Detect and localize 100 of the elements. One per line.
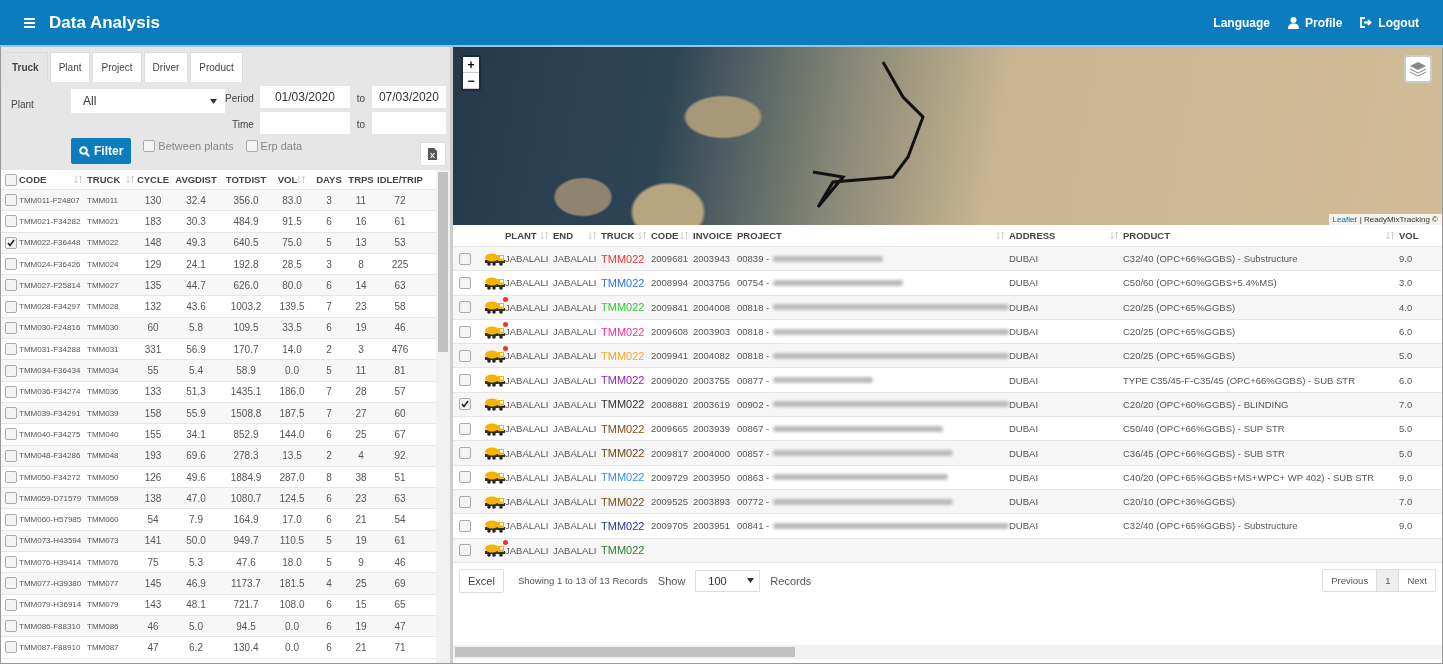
row-checkbox[interactable] <box>5 236 17 249</box>
column-header[interactable]: TRPS <box>348 174 374 185</box>
column-header[interactable]: TRUCK <box>601 230 635 241</box>
tab[interactable]: Driver <box>143 52 189 82</box>
row-checkbox[interactable] <box>5 194 17 207</box>
time-field[interactable] <box>259 112 350 134</box>
row-checkbox[interactable] <box>5 577 17 590</box>
checkbox[interactable] <box>245 140 258 152</box>
row-checkbox[interactable] <box>459 252 471 265</box>
pagination-button[interactable]: 1 <box>1376 570 1399 592</box>
menu-icon[interactable] <box>24 17 35 28</box>
sort-icon[interactable] <box>74 175 83 184</box>
row-checkbox[interactable] <box>5 428 17 441</box>
row-checkbox[interactable] <box>5 321 17 334</box>
column-header[interactable]: IDLE/TRIP <box>377 174 423 185</box>
row-checkbox[interactable] <box>5 343 17 356</box>
date-field[interactable]: 01/03/2020 <box>259 86 350 108</box>
column-header[interactable]: CYCLE <box>136 174 170 185</box>
plant-select[interactable]: All <box>71 89 225 113</box>
row-checkbox[interactable] <box>459 301 471 314</box>
page-size-select[interactable]: 100 <box>695 569 761 592</box>
sort-icon[interactable] <box>680 231 689 240</box>
row-checkbox[interactable] <box>5 279 17 292</box>
row-checkbox[interactable] <box>459 276 471 289</box>
column-header[interactable]: DAYS <box>316 174 342 185</box>
mixer-truck-icon <box>485 494 505 509</box>
table-cell-text: 48.1 <box>185 599 207 611</box>
column-header[interactable]: VOL <box>277 174 298 185</box>
row-checkbox[interactable] <box>459 447 471 459</box>
row-checkbox[interactable] <box>5 300 17 313</box>
row-checkbox[interactable] <box>5 258 17 271</box>
zoom-out-button[interactable]: − <box>463 73 479 89</box>
column-header[interactable]: PRODUCT <box>1123 230 1170 241</box>
checkbox[interactable] <box>143 140 156 152</box>
zoom-in-button[interactable]: + <box>463 57 479 73</box>
table-cell-text: TMM022 <box>601 495 646 508</box>
column-header[interactable]: END <box>553 230 574 241</box>
column-header[interactable]: PROJECT <box>737 230 782 241</box>
table-cell-text: JABALALI <box>553 544 598 556</box>
row-checkbox[interactable] <box>459 374 471 387</box>
row-checkbox[interactable] <box>459 544 471 557</box>
row-checkbox[interactable] <box>5 620 17 633</box>
row-checkbox[interactable] <box>459 422 471 435</box>
row-checkbox[interactable] <box>5 534 17 547</box>
filter-button[interactable]: Filter <box>71 138 132 164</box>
row-checkbox[interactable] <box>5 492 17 505</box>
row-checkbox[interactable] <box>5 385 17 398</box>
select-all-checkbox[interactable] <box>5 173 17 186</box>
table-cell-text: 46 <box>393 556 407 568</box>
time-field[interactable] <box>371 112 446 134</box>
row-checkbox[interactable] <box>5 215 17 228</box>
tab[interactable]: Project <box>92 52 142 82</box>
column-header[interactable]: TRUCK <box>87 174 121 185</box>
sort-icon[interactable] <box>1110 231 1119 240</box>
column-header[interactable]: ADDRESS <box>1009 230 1056 241</box>
column-header[interactable]: CODE <box>19 174 47 185</box>
sort-icon[interactable] <box>588 231 597 240</box>
layers-button[interactable] <box>1404 55 1432 83</box>
tab[interactable]: Truck <box>3 52 48 82</box>
nav-link[interactable]: Language <box>1213 15 1270 30</box>
row-checkbox[interactable] <box>5 471 17 483</box>
row-checkbox[interactable] <box>459 325 471 338</box>
column-header[interactable]: TOTDIST <box>225 174 267 185</box>
column-header[interactable]: INVOICE <box>693 230 733 241</box>
tab[interactable]: Product <box>190 52 243 82</box>
row-checkbox[interactable] <box>5 641 17 654</box>
row-checkbox[interactable] <box>459 495 471 508</box>
tab[interactable]: Plant <box>49 52 91 82</box>
table-cell-text: JABALALI <box>553 471 598 483</box>
row-checkbox[interactable] <box>5 364 17 377</box>
pagination-button[interactable]: Next <box>1398 570 1435 592</box>
row-checkbox[interactable] <box>459 349 471 362</box>
nav-link[interactable]: Logout <box>1360 15 1419 30</box>
row-checkbox[interactable] <box>5 598 17 611</box>
column-header[interactable]: CODE <box>651 230 679 241</box>
sort-icon[interactable] <box>1386 231 1395 240</box>
row-checkbox[interactable] <box>5 449 17 462</box>
table-cell-text: 19 <box>354 322 368 334</box>
attribution-link[interactable]: Leaflet <box>1332 215 1357 224</box>
row-checkbox[interactable] <box>459 471 471 484</box>
export-button[interactable] <box>419 142 446 166</box>
row-checkbox[interactable] <box>5 513 17 526</box>
sort-icon[interactable] <box>126 175 135 184</box>
scrollbar[interactable] <box>436 170 450 663</box>
map-background[interactable]: + − Leaflet | ReadyMixTracking © <box>453 47 1442 225</box>
sort-icon[interactable] <box>297 175 307 184</box>
horizontal-scrollbar[interactable] <box>453 645 1442 659</box>
column-header[interactable]: VOL <box>1399 230 1419 241</box>
column-header[interactable]: AVGDIST <box>175 174 217 185</box>
sort-icon[interactable] <box>638 231 647 240</box>
row-checkbox[interactable] <box>5 556 17 569</box>
sort-icon[interactable] <box>540 231 549 240</box>
sort-icon[interactable] <box>996 231 1005 240</box>
date-field[interactable]: 07/03/2020 <box>371 86 446 108</box>
column-header[interactable]: PLANT <box>505 230 537 241</box>
nav-link[interactable]: Profile <box>1288 15 1343 30</box>
row-checkbox[interactable] <box>459 519 471 532</box>
row-checkbox[interactable] <box>5 407 17 420</box>
excel-button[interactable]: Excel <box>459 568 504 593</box>
row-checkbox[interactable] <box>459 398 471 411</box>
